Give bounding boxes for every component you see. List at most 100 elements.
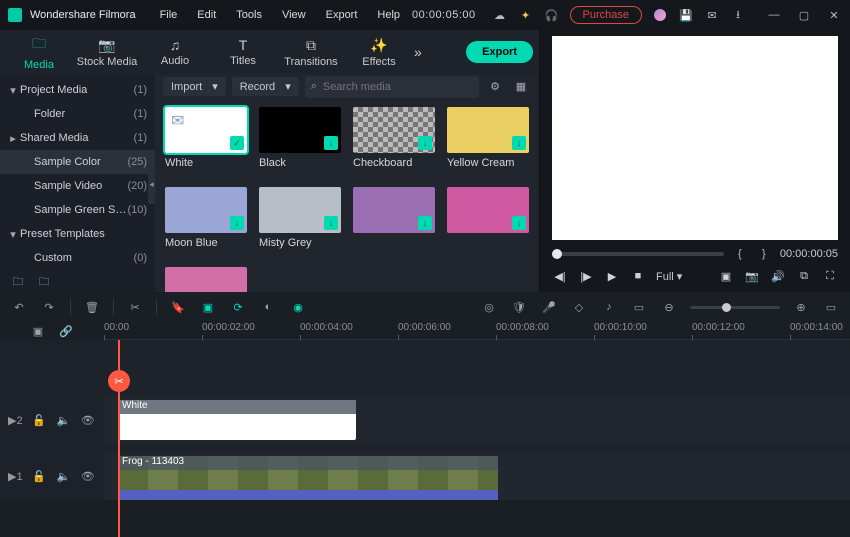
delete-icon[interactable]: 🗑 [83,298,101,316]
pip-icon[interactable]: ⧉ [796,268,812,284]
tab-audio[interactable]: ♫Audio [142,33,208,71]
menu-view[interactable]: View [274,5,314,25]
tree-sample-color[interactable]: Sample Color(25) [0,150,155,174]
crop-icon[interactable]: ▣ [199,298,217,316]
play-icon[interactable]: ▶ [604,268,620,284]
thumb-image[interactable]: ↓ [259,107,341,153]
maximize-icon[interactable]: ▢ [796,7,812,23]
tab-media[interactable]: 🗀Media [6,29,72,75]
mark-in-icon[interactable]: { [732,246,748,262]
progress-knob-icon[interactable] [552,249,562,259]
tab-effects[interactable]: ✨Effects [346,33,412,72]
lock-icon[interactable]: 🔓 [31,411,47,429]
visibility-icon[interactable]: 👁 [80,467,96,485]
thumb-image[interactable]: ↓ [353,107,435,153]
message-icon[interactable]: ✉ [704,7,720,23]
zoom-out-icon[interactable]: ⊖ [660,298,678,316]
thumb-item[interactable]: ↓Checkboard [353,107,435,169]
tree-sample-video[interactable]: Sample Video(20) [0,174,155,198]
support-icon[interactable]: 🎧 [544,7,560,23]
color-icon[interactable]: ◐ [259,298,277,316]
thumb-item[interactable]: ✉✓White [165,107,247,169]
tab-stock-media[interactable]: 📷Stock Media [74,33,140,72]
tree-sample-green-screen[interactable]: Sample Green Scre...(10) [0,198,155,222]
record-tl-icon[interactable]: ▭ [630,298,648,316]
export-button[interactable]: Export [466,41,533,63]
thumb-item[interactable]: ↓ [165,267,247,292]
media-search[interactable]: ⌕ [305,76,479,98]
tree-preset-templates[interactable]: ▾Preset Templates [0,222,155,246]
visibility-icon[interactable]: 👁 [80,411,96,429]
playhead[interactable]: ✂ [118,340,120,537]
thumb-item[interactable]: ↓Yellow Cream [447,107,529,169]
marker-icon[interactable]: 🔖 [169,298,187,316]
thumb-item[interactable]: ↓ [353,187,435,249]
mark-out-icon[interactable]: } [756,246,772,262]
search-input[interactable] [323,81,473,93]
tips-icon[interactable]: ✦ [518,7,534,23]
menu-tools[interactable]: Tools [228,5,270,25]
fullscreen-icon[interactable]: ⛶ [822,268,838,284]
thumb-item[interactable]: ↓Misty Grey [259,187,341,249]
link-icon[interactable]: 🔗 [57,322,75,340]
menu-help[interactable]: Help [369,5,408,25]
tree-project-media[interactable]: ▾Project Media(1) [0,78,155,102]
new-folder-icon[interactable]: 🗀 [10,274,26,290]
new-bin-icon[interactable]: 🗀 [36,274,52,290]
thumb-image[interactable]: ↓ [165,267,247,292]
zoom-in-icon[interactable]: ⊕ [792,298,810,316]
voiceover-icon[interactable]: 🎤 [540,298,558,316]
stop-icon[interactable]: ■ [630,268,646,284]
tree-folder[interactable]: Folder(1) [0,102,155,126]
prev-frame-icon[interactable]: ◀| [552,268,568,284]
zoom-knob-icon[interactable] [722,303,731,312]
snapshot-icon[interactable]: 📷 [744,268,760,284]
undo-icon[interactable]: ↶ [10,298,28,316]
keyframe-icon[interactable]: ◇ [570,298,588,316]
grid-view-icon[interactable]: ▦ [511,77,531,97]
tab-titles[interactable]: TTitles [210,33,276,71]
lock-icon[interactable]: 🔓 [31,467,47,485]
thumb-image[interactable]: ↓ [353,187,435,233]
zoom-slider[interactable] [690,306,780,309]
mute-icon[interactable]: 🔈 [55,411,71,429]
render-icon[interactable]: ◉ [289,298,307,316]
tree-shared-media[interactable]: ▸Shared Media(1) [0,126,155,150]
speed-icon[interactable]: ⟳ [229,298,247,316]
close-icon[interactable]: ✕ [826,7,842,23]
menu-edit[interactable]: Edit [189,5,224,25]
thumb-item[interactable]: ↓Black [259,107,341,169]
more-tabs-icon[interactable]: » [414,44,422,60]
thumb-image[interactable]: ↓ [259,187,341,233]
quality-dropdown[interactable]: Full ▾ [656,270,682,283]
split-icon[interactable]: ✂ [126,298,144,316]
audio-strip[interactable] [118,490,498,500]
minimize-icon[interactable]: — [766,7,782,23]
video-canvas[interactable] [552,36,838,240]
thumb-image[interactable]: ↓ [165,187,247,233]
thumb-image[interactable]: ↓ [447,107,529,153]
audio-mixer-icon[interactable]: 🛡 [510,298,528,316]
menu-file[interactable]: File [152,5,186,25]
tree-custom[interactable]: Custom(0) [0,246,155,270]
display-settings-icon[interactable]: ▣ [718,268,734,284]
import-dropdown[interactable]: Import▾ [163,77,226,96]
purchase-button[interactable]: Purchase [570,6,642,24]
volume-icon[interactable]: 🔊 [770,268,786,284]
mute-icon[interactable]: 🔈 [55,467,71,485]
redo-icon[interactable]: ↷ [40,298,58,316]
thumb-item[interactable]: ↓ [447,187,529,249]
menu-export[interactable]: Export [318,5,366,25]
account-icon[interactable] [652,7,668,23]
timeline-ruler[interactable]: 00:0000:00:02:0000:00:04:0000:00:06:0000… [104,322,850,340]
track-display-icon[interactable]: ▣ [29,322,47,340]
record-dropdown[interactable]: Record▾ [232,77,299,96]
filter-icon[interactable]: ⚙ [485,77,505,97]
save-icon[interactable]: 💾 [678,7,694,23]
thumb-item[interactable]: ↓Moon Blue [165,187,247,249]
zoom-fit-icon[interactable]: ▭ [822,298,840,316]
audio-sync-icon[interactable]: ♪ [600,298,618,316]
collapse-tree-icon[interactable]: ◂ [148,164,155,204]
tab-transitions[interactable]: ⧉Transitions [278,33,344,72]
clip-white[interactable]: White [118,400,356,440]
